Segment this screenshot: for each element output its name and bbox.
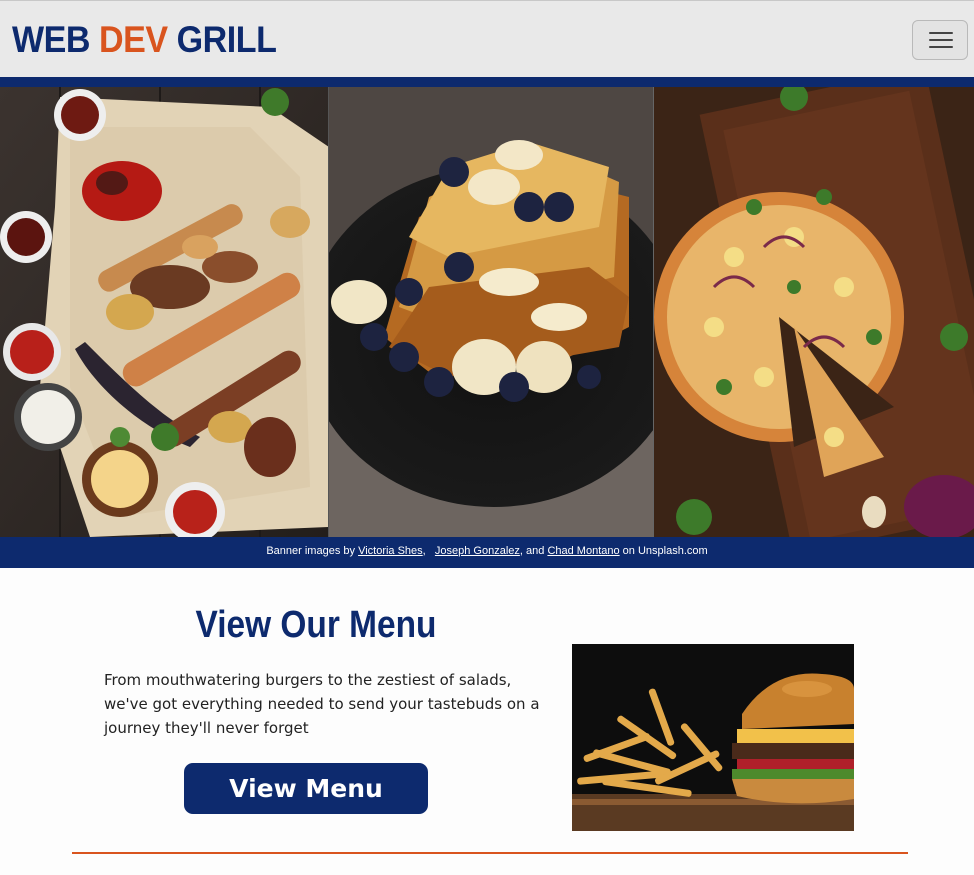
credit-sep1: , <box>422 545 426 557</box>
credit-sep2: , and <box>519 545 545 557</box>
credit-link-author2[interactable]: Joseph Gonzalez <box>435 545 520 557</box>
brand-logo[interactable]: WEB DEV GRILL <box>12 19 277 61</box>
menu-section-description: From mouthwatering burgers to the zestie… <box>104 671 540 737</box>
navbar-toggle-button[interactable] <box>912 20 968 60</box>
brand-word-web: WEB <box>12 19 91 60</box>
french-toast-image <box>329 87 654 537</box>
credit-prefix: Banner images by <box>266 545 355 557</box>
grill-platter-image <box>0 87 329 537</box>
credit-link-author3[interactable]: Chad Montano <box>547 545 619 557</box>
brand-word-dev: DEV <box>99 19 168 60</box>
banner-credit: Banner images by Victoria Shes, Joseph G… <box>0 537 974 568</box>
navbar-divider <box>0 77 974 87</box>
navbar: WEB DEV GRILL <box>0 0 974 77</box>
pizza-image <box>654 87 974 537</box>
burger-fries-image <box>572 644 854 831</box>
credit-suffix: on Unsplash.com <box>622 545 708 557</box>
brand-word-grill: GRILL <box>176 19 277 60</box>
view-menu-button[interactable]: View Menu <box>184 763 428 814</box>
section-divider <box>72 852 908 854</box>
banner <box>0 87 974 537</box>
menu-section-title: View Our Menu <box>195 604 437 646</box>
credit-link-author1[interactable]: Victoria Shes <box>358 545 423 557</box>
